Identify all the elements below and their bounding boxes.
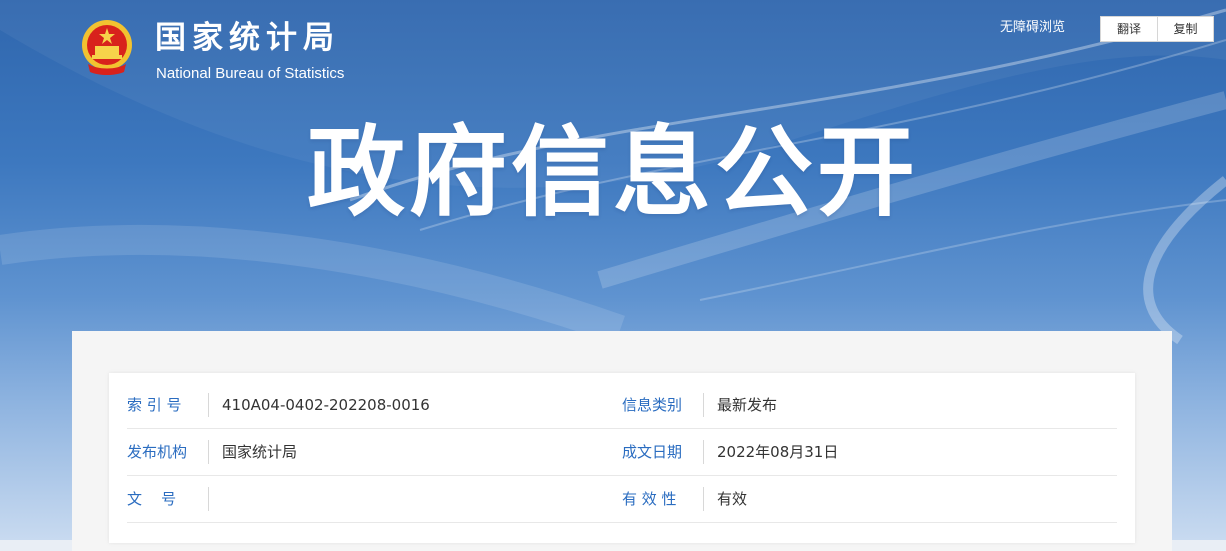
index-number-label: 索 引 号 [127, 396, 182, 414]
info-card: 索 引 号 410A04-0402-202208-0016 信息类别 最新发布 … [109, 373, 1135, 543]
site-name-cn[interactable]: 国家统计局 [155, 12, 340, 57]
publisher-label: 发布机构 [127, 443, 188, 461]
divider [703, 440, 704, 464]
divider [703, 487, 704, 511]
document-number-label: 文 号 [127, 490, 177, 508]
accessibility-link[interactable]: 无障碍浏览 [1000, 16, 1065, 35]
index-number-value: 410A04-0402-202208-0016 [222, 396, 430, 414]
national-emblem-icon [82, 20, 132, 75]
info-category-value: 最新发布 [717, 396, 778, 414]
site-name-en[interactable]: National Bureau of Statistics [156, 65, 344, 82]
divider [208, 440, 209, 464]
divider [208, 487, 209, 511]
publisher-value: 国家统计局 [222, 443, 298, 461]
document-date-label: 成文日期 [622, 443, 683, 461]
divider [703, 393, 704, 417]
table-row: 索 引 号 410A04-0402-202208-0016 信息类别 最新发布 [127, 382, 1117, 429]
banner-title: 政府信息公开 [306, 116, 919, 230]
divider [208, 393, 209, 417]
table-row: 发布机构 国家统计局 成文日期 2022年08月31日 [127, 429, 1117, 476]
validity-value: 有效 [717, 490, 748, 508]
table-row: 文 号 有 效 性 有效 [127, 476, 1117, 523]
info-category-label: 信息类别 [622, 396, 683, 414]
document-date-value: 2022年08月31日 [717, 443, 839, 461]
validity-label: 有 效 性 [622, 490, 677, 508]
translate-button[interactable]: 翻译 [1101, 17, 1157, 41]
copy-button[interactable]: 复制 [1157, 17, 1213, 41]
content-panel: 索 引 号 410A04-0402-202208-0016 信息类别 最新发布 … [72, 331, 1172, 551]
header-toolbar: 翻译 复制 [1100, 16, 1214, 42]
